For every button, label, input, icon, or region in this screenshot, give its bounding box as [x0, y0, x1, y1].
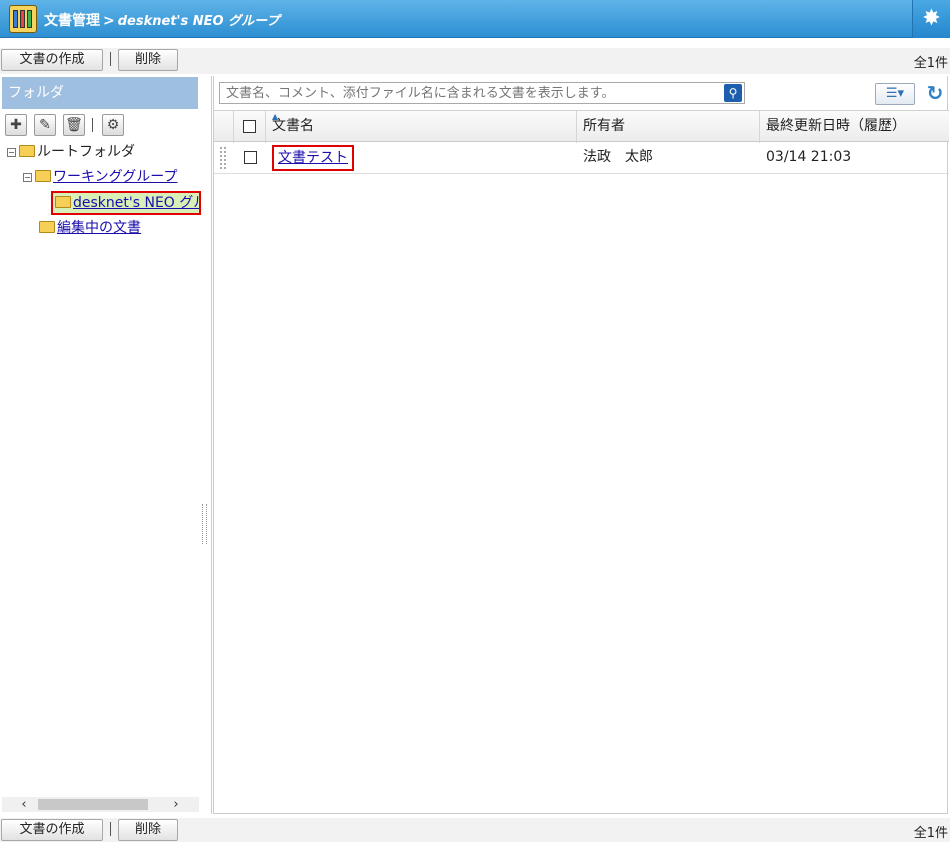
app-title[interactable]: 文書管理 [44, 13, 100, 29]
top-toolbar: 文書の作成 削除 全1件 [0, 48, 950, 74]
table-header: ▲ 文書名 所有者 最終更新日時（履歴） [214, 110, 949, 143]
pane-splitter-handle[interactable] [202, 504, 207, 544]
sort-ascending-icon: ▲ [272, 112, 279, 121]
row-owner: 法政 太郎 [583, 149, 653, 165]
breadcrumb-current-folder: desknet's NEO グループ [117, 14, 280, 29]
tree-item-label[interactable]: ワーキンググループ [53, 169, 177, 185]
search-input[interactable] [220, 83, 720, 103]
tree-item-label[interactable]: desknet's NEO グル [73, 195, 199, 211]
table-row[interactable]: 文書テスト 法政 太郎 03/14 21:03 [214, 142, 949, 174]
add-folder-icon[interactable]: ✚ [5, 114, 27, 136]
breadcrumb: 文書管理 > desknet's NEO グループ [44, 10, 279, 30]
column-header-name[interactable]: ▲ 文書名 [266, 111, 577, 143]
folder-icon [55, 196, 71, 208]
create-document-button[interactable]: 文書の作成 [1, 49, 103, 71]
settings-gear-icon[interactable]: ✸ [912, 0, 950, 38]
column-header-owner[interactable]: 所有者 [577, 111, 760, 143]
row-checkbox-cell [234, 142, 266, 174]
folder-open-icon [35, 170, 51, 182]
folder-panel: フォルダ ✚ ✎ 🗑 ⚙ − ルートフォルダ − ワーキンググループ 編集中の文書 … [1, 76, 212, 814]
select-all-checkbox-cell [234, 111, 266, 143]
folder-settings-gear-icon[interactable]: ⚙ [102, 114, 124, 136]
toolbar-separator [110, 52, 111, 66]
delete-folder-icon[interactable]: 🗑 [63, 114, 85, 136]
search-icon[interactable]: ⚲ [724, 84, 742, 102]
scrollbar-thumb[interactable] [38, 799, 148, 810]
list-menu-dropdown-icon[interactable]: ☰▾ [875, 83, 915, 105]
collapse-icon[interactable]: − [7, 147, 16, 157]
folder-actions-separator [92, 118, 93, 132]
total-count: 全1件 [913, 56, 948, 71]
create-document-button-bottom[interactable]: 文書の作成 [1, 819, 103, 841]
total-count-bottom: 全1件 [913, 826, 948, 841]
document-list-panel: ⚲ ☰▾ ↻ ▲文書名 所有者 最終更新日時（履歴） 文書テスト 法政 太郎 0… [213, 76, 949, 814]
collapse-icon[interactable]: − [23, 172, 32, 182]
horizontal-scrollbar[interactable]: ‹ › [2, 797, 199, 812]
row-updated: 03/14 21:03 [766, 149, 852, 165]
document-management-app-icon [9, 5, 37, 33]
tree-item-label: ルートフォルダ [37, 144, 135, 160]
bottom-toolbar: 文書の作成 削除 全1件 [0, 818, 950, 842]
tree-item-selected-folder[interactable]: desknet's NEO グル [51, 191, 201, 215]
edit-folder-icon[interactable]: ✎ [34, 114, 56, 136]
tree-item-root[interactable]: − ルートフォルダ [7, 142, 135, 162]
folder-edit-icon [39, 221, 55, 233]
document-link[interactable]: 文書テスト [272, 145, 354, 171]
tree-item-label[interactable]: 編集中の文書 [57, 220, 141, 236]
column-header-updated[interactable]: 最終更新日時（履歴） [760, 111, 949, 143]
toolbar-separator [110, 822, 111, 836]
scroll-left-icon[interactable]: ‹ [16, 797, 32, 812]
folder-open-icon [19, 145, 35, 157]
row-name-cell: 文書テスト [266, 142, 577, 174]
row-checkbox[interactable] [243, 150, 257, 164]
breadcrumb-separator: > [103, 13, 115, 29]
scroll-right-icon[interactable]: › [168, 797, 184, 812]
select-all-checkbox[interactable] [243, 119, 256, 133]
tree-item-editing[interactable]: 編集中の文書 [39, 218, 141, 238]
tree-item-working-group[interactable]: − ワーキンググループ [23, 167, 177, 187]
delete-button-bottom[interactable]: 削除 [118, 819, 178, 841]
refresh-icon[interactable]: ↻ [924, 82, 946, 104]
delete-button[interactable]: 削除 [118, 49, 178, 71]
folder-panel-heading: フォルダ [2, 77, 198, 109]
search-box: ⚲ [219, 82, 745, 104]
app-header: 文書管理 > desknet's NEO グループ ✸ [0, 0, 950, 38]
drag-column-header [214, 111, 234, 143]
row-drag-handle[interactable] [220, 147, 226, 169]
